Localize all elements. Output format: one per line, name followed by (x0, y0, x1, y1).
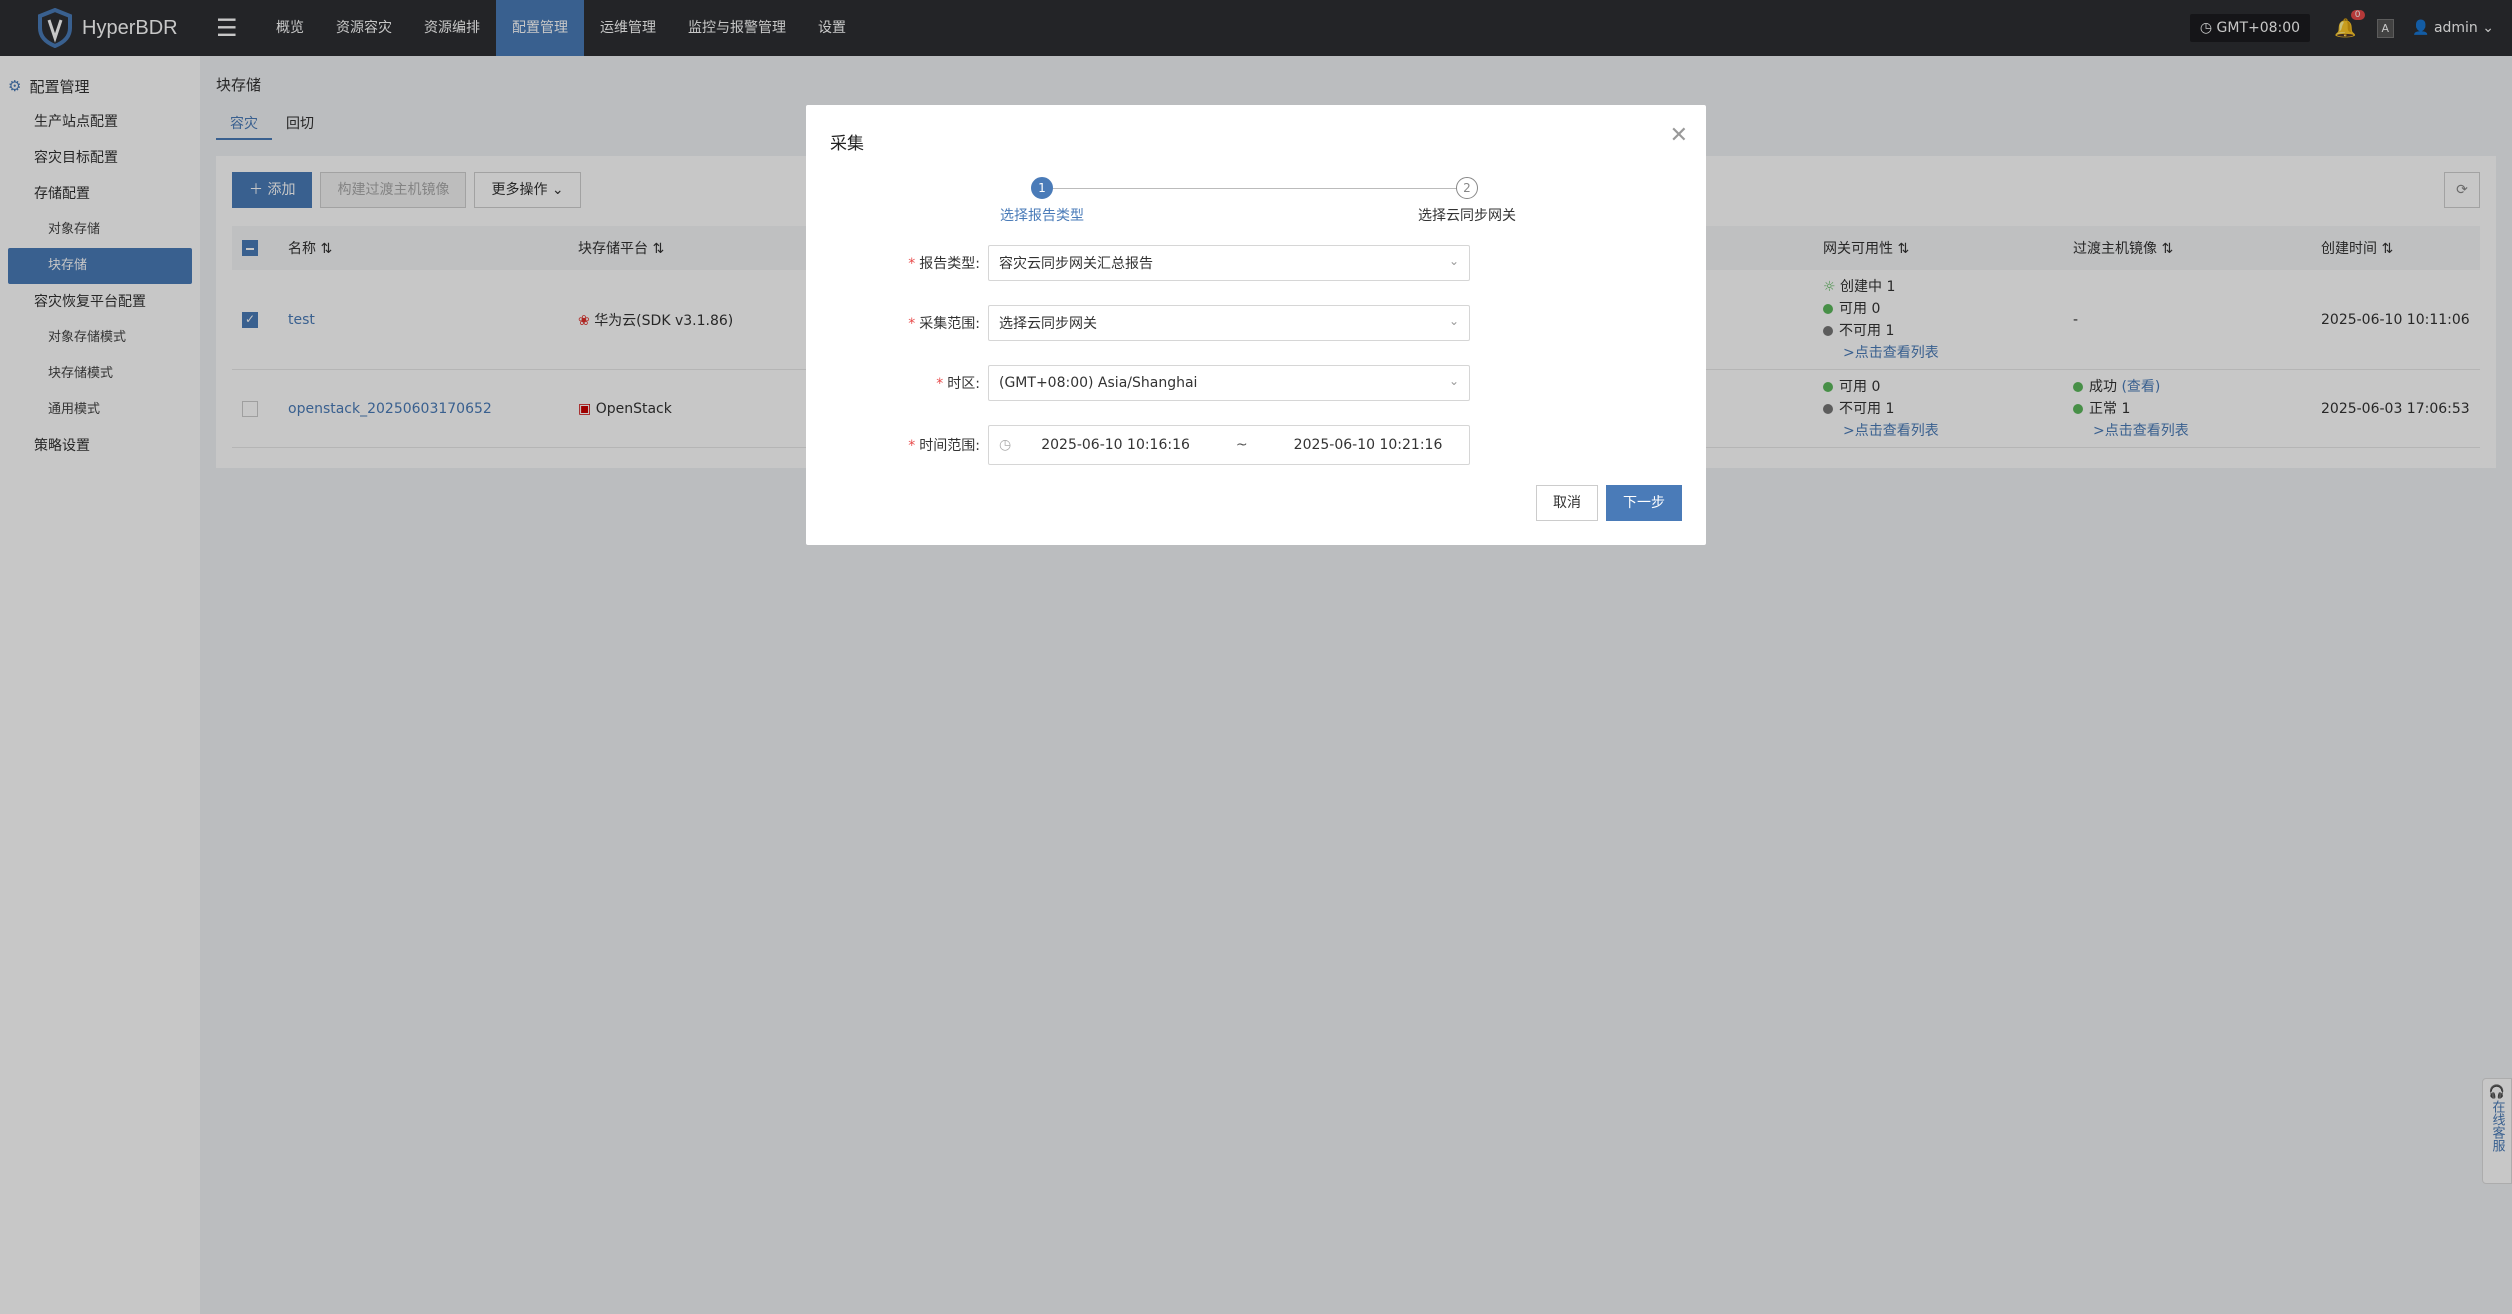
clock-icon: ◷ (999, 437, 1012, 453)
chevron-down-icon: ⌄ (1448, 314, 1459, 328)
dialog-footer: 取消 下一步 (1528, 485, 1682, 521)
step-1: 1 选择报告类型 (942, 177, 1142, 225)
next-button[interactable]: 下一步 (1606, 485, 1682, 521)
collect-scope-row: * 采集范围: 选择云同步网关 ⌄ (806, 303, 1706, 343)
timezone-row: * 时区: (GMT+08:00) Asia/Shanghai ⌄ (806, 363, 1706, 403)
steps: 1 选择报告类型 2 选择云同步网关 (1000, 177, 1522, 237)
chevron-down-icon: ⌄ (1448, 254, 1459, 268)
end-time[interactable]: 2025-06-10 10:21:16 (1294, 437, 1443, 453)
close-icon[interactable]: ✕ (1670, 123, 1688, 148)
range-separator: ~ (1235, 437, 1248, 453)
dialog-title: 采集 (830, 134, 864, 154)
collect-scope-select[interactable]: 选择云同步网关 ⌄ (988, 305, 1470, 341)
collect-scope-label: * 采集范围: (908, 316, 980, 332)
report-type-row: * 报告类型: 容灾云同步网关汇总报告 ⌄ (806, 243, 1706, 283)
time-range-row: * 时间范围: ◷ 2025-06-10 10:16:16 ~ 2025-06-1… (806, 425, 1706, 465)
timezone-select[interactable]: (GMT+08:00) Asia/Shanghai ⌄ (988, 365, 1470, 401)
step-2-number: 2 (1456, 177, 1478, 199)
timezone-field-label: * 时区: (936, 376, 980, 392)
collect-dialog: 采集 ✕ 1 选择报告类型 2 选择云同步网关 * 报告类型: 容灾云同步网关汇总… (806, 105, 1706, 545)
step-1-label: 选择报告类型 (1000, 208, 1084, 224)
start-time[interactable]: 2025-06-10 10:16:16 (1041, 437, 1190, 453)
cancel-button[interactable]: 取消 (1536, 485, 1598, 521)
step-1-number: 1 (1031, 177, 1053, 199)
step-2: 2 选择云同步网关 (1367, 177, 1567, 225)
time-range-picker[interactable]: ◷ 2025-06-10 10:16:16 ~ 2025-06-10 10:21… (988, 425, 1470, 465)
time-range-label: * 时间范围: (908, 438, 980, 454)
report-type-label: * 报告类型: (908, 256, 980, 272)
step-2-label: 选择云同步网关 (1418, 208, 1516, 224)
chevron-down-icon: ⌄ (1448, 374, 1459, 388)
report-type-select[interactable]: 容灾云同步网关汇总报告 ⌄ (988, 245, 1470, 281)
